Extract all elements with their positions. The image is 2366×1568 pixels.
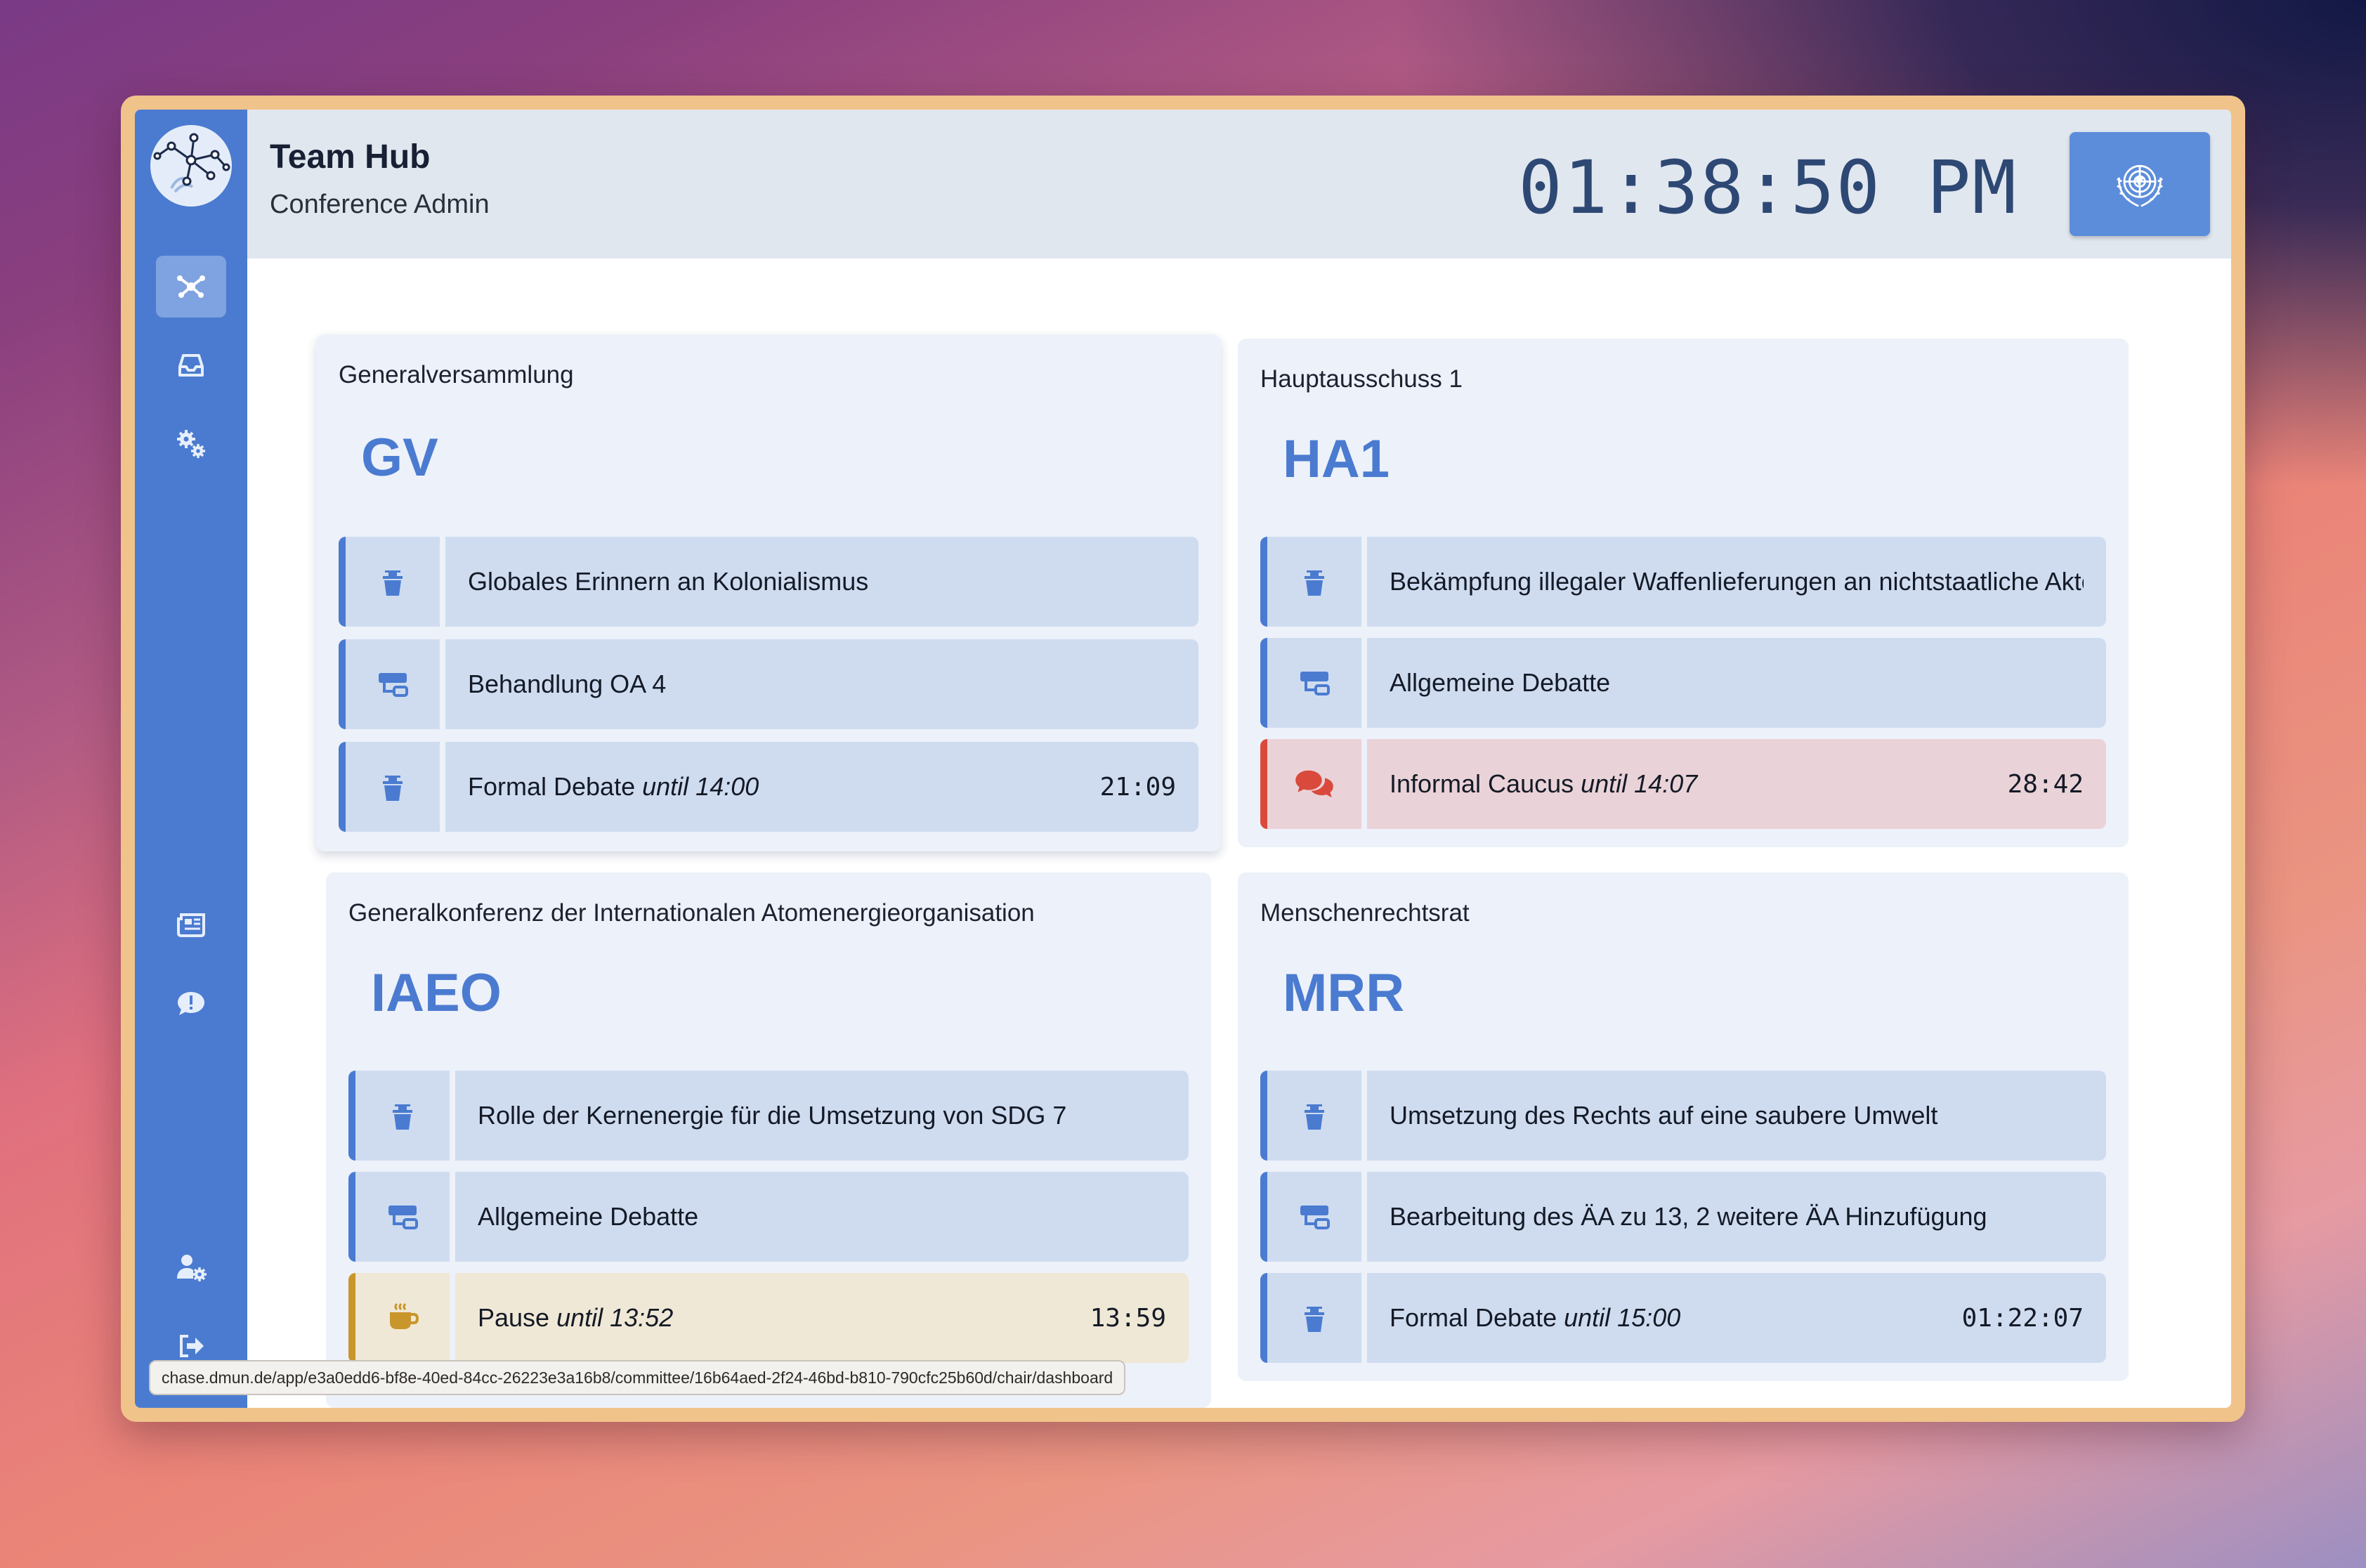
agenda-row: Allgemeine Debatte [1260,638,2106,728]
app-subtitle: Conference Admin [270,190,490,219]
podium-icon [383,570,403,596]
committee-abbr: HA1 [1283,429,1390,489]
link-preview-url: chase.dmun.de/app/e3a0edd6-bf8e-40ed-84c… [149,1360,1126,1395]
podium-icon [1305,1307,1324,1332]
podium-icon [1305,570,1324,596]
topic-label: Umsetzung des Rechts auf eine saubere Um… [1390,1101,1938,1130]
committee-abbr: MRR [1283,963,1405,1023]
status-label: Informal Caucus [1390,769,1574,798]
committee-card[interactable]: Hauptausschuss 1 HA1 Bekämpfung illegale… [1238,339,2129,847]
status-row: Pause until 13:52 13:59 [348,1273,1189,1363]
status-timer: 28:42 [2007,769,2084,799]
comment-alert-icon [178,992,204,1015]
newspaper-icon [177,913,205,937]
agenda-label: Behandlung OA 4 [468,669,667,698]
un-emblem-icon [2117,164,2163,207]
status-until: until 14:07 [1581,769,1698,798]
status-until: until 14:00 [642,772,759,801]
app-logo[interactable] [150,125,232,207]
status-timer: 13:59 [1090,1303,1166,1333]
sidebar [135,110,247,1408]
logout-icon [180,1335,204,1357]
topic-label: Rolle der Kernenergie für die Umsetzung … [478,1101,1067,1130]
un-logo-button[interactable] [2070,132,2210,236]
status-until: until 15:00 [1564,1303,1681,1332]
agenda-row: Allgemeine Debatte [348,1172,1189,1262]
inbox-icon [178,354,204,377]
nav-network-button[interactable] [156,256,226,318]
status-row: Formal Debate until 14:00 21:09 [339,742,1198,832]
podium-icon [1305,1104,1324,1130]
network-icon [177,275,205,298]
nav-news-button[interactable] [156,894,226,955]
app-window: Team Hub Conference Admin 01:38:50 PM Ge… [135,110,2231,1408]
agenda-label: Allgemeine Debatte [478,1202,699,1231]
topic-row: Rolle der Kernenergie für die Umsetzung … [348,1071,1189,1161]
status-label: Formal Debate [1390,1303,1557,1332]
nav-settings-button[interactable] [156,413,226,475]
agenda-row: Bearbeitung des ÄA zu 13, 2 weitere ÄA H… [1260,1172,2106,1262]
presentation-icon [1300,1206,1330,1229]
podium-icon [393,1104,412,1130]
presentation-icon [388,1206,418,1229]
coffee-icon [390,1302,419,1329]
agenda-label: Allgemeine Debatte [1390,668,1611,697]
status-timer: 01:22:07 [1961,1303,2084,1333]
status-label: Formal Debate [468,772,636,801]
presentation-icon [379,673,408,697]
committee-name: Hauptausschuss 1 [1260,365,1463,393]
status-row: Formal Debate until 15:00 01:22:07 [1260,1273,2106,1363]
topic-row: Globales Erinnern an Kolonialismus [339,537,1198,627]
topic-label: Bekämpfung illegaler Waffenlieferungen a… [1390,567,2084,596]
committee-name: Generalversammlung [339,361,574,388]
topic-row: Umsetzung des Rechts auf eine saubere Um… [1260,1071,2106,1161]
status-label: Pause [478,1303,550,1332]
status-timer: 21:09 [1099,772,1176,802]
app-title: Team Hub [270,138,431,176]
nav-feedback-button[interactable] [156,972,226,1034]
nav-inbox-button[interactable] [156,334,226,396]
committee-name: Menschenrechtsrat [1260,899,1470,927]
committee-card[interactable]: Generalkonferenz der Internationalen Ato… [326,873,1211,1408]
committee-card[interactable]: Menschenrechtsrat MRR Umsetzung des Rech… [1238,873,2129,1381]
user-settings-icon [177,1255,207,1281]
committee-abbr: IAEO [371,963,502,1023]
current-time: 01:38:50 PM [1518,145,2018,230]
topic-label: Globales Erinnern an Kolonialismus [468,567,869,596]
top-header: Team Hub Conference Admin 01:38:50 PM [247,110,2231,259]
presentation-icon [1300,672,1330,695]
agenda-row: Behandlung OA 4 [339,639,1198,729]
comments-icon [1295,770,1333,798]
podium-icon [383,776,403,801]
status-row: Informal Caucus until 14:07 28:42 [1260,739,2106,829]
agenda-label: Bearbeitung des ÄA zu 13, 2 weitere ÄA H… [1390,1202,1987,1231]
status-until: until 13:52 [556,1303,674,1332]
committee-abbr: GV [361,428,438,488]
committee-card[interactable]: Generalversammlung GV Globales Erinnern … [316,334,1221,851]
nav-user-settings-button[interactable] [156,1236,226,1298]
topic-row: Bekämpfung illegaler Waffenlieferungen a… [1260,537,2106,627]
settings-gears-icon [177,430,205,458]
committee-name: Generalkonferenz der Internationalen Ato… [348,899,1035,927]
